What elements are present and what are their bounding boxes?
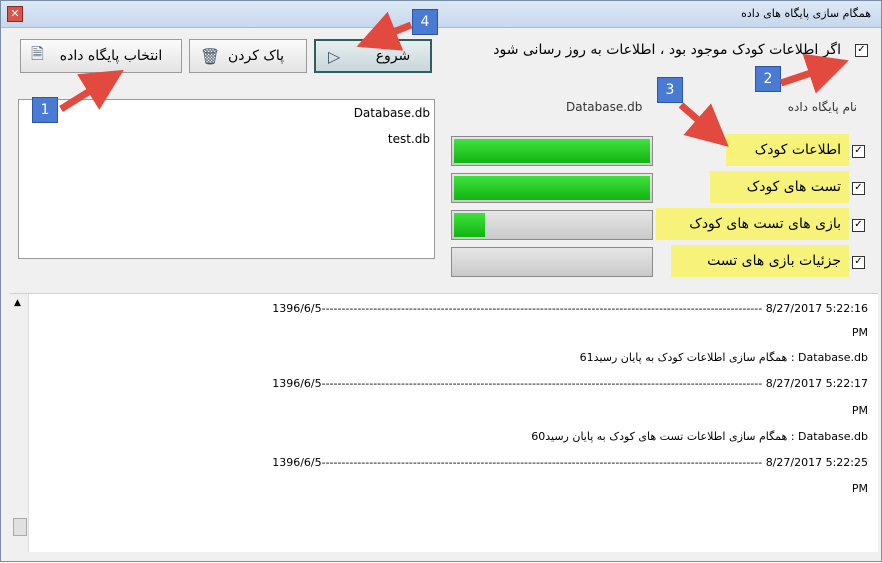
arrow-to-table-list <box>678 102 729 147</box>
arrow-to-select-db <box>59 69 124 112</box>
arrow-to-start <box>356 11 413 51</box>
arrow-to-update-option <box>779 53 849 94</box>
sync-window: ✕ همگام سازی پایگاه های داده 🗎 انتخاب پا… <box>0 0 882 562</box>
annotation-arrows <box>59 11 849 147</box>
